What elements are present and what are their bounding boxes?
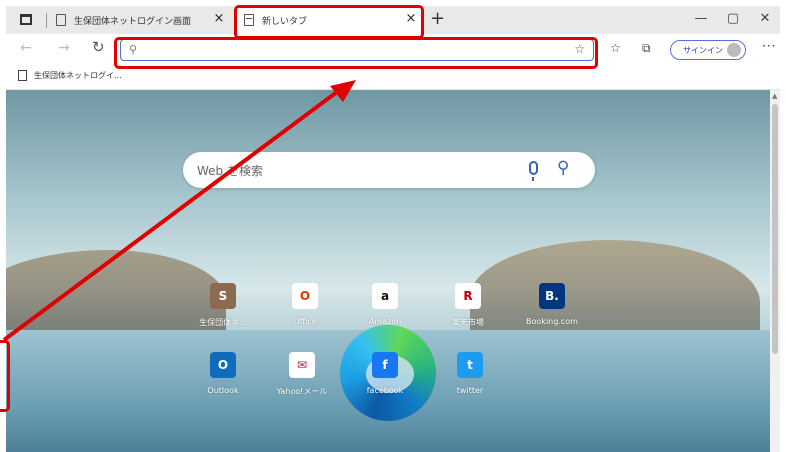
arrow-line [2,84,347,342]
annotation-arrow [2,80,356,342]
arrow-head [330,80,356,102]
